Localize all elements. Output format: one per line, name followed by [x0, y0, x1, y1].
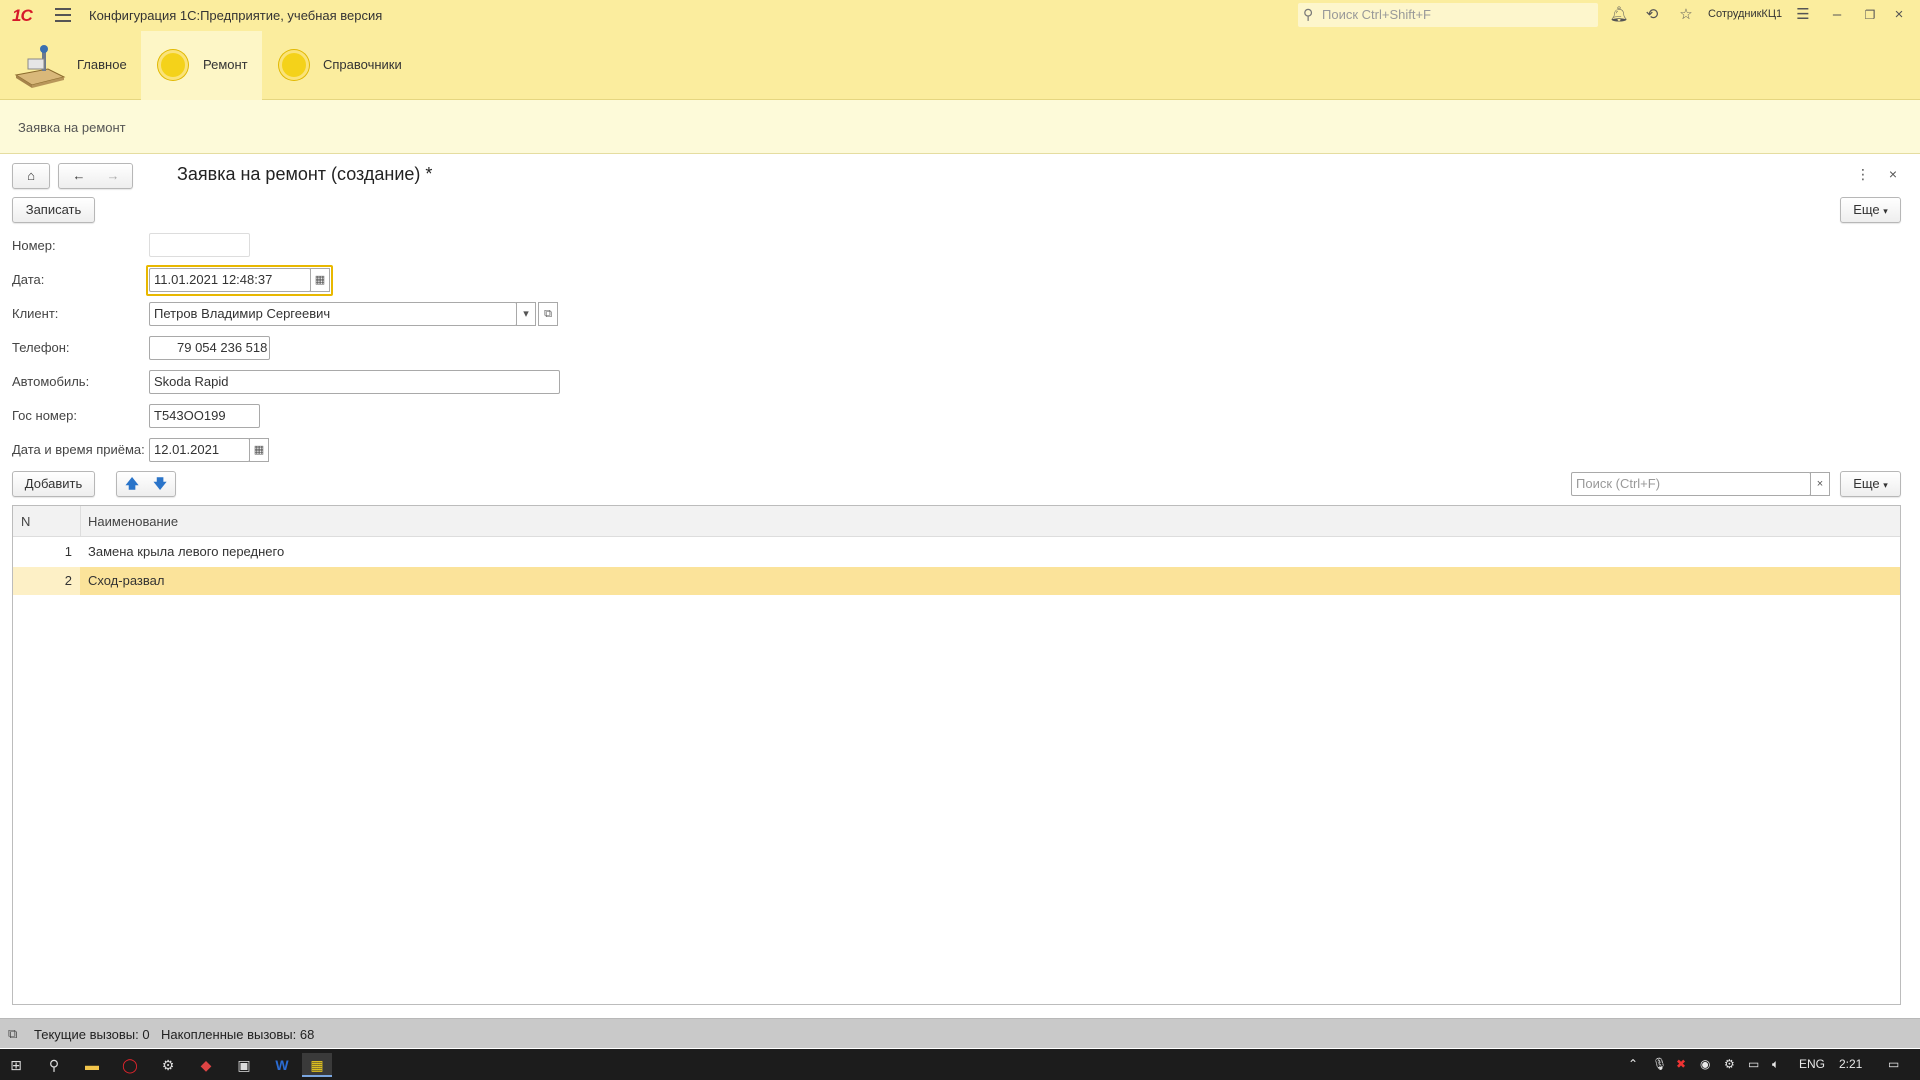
start-windows-icon[interactable]: ⊞ [4, 1053, 28, 1077]
restore-icon[interactable]: ❐ [1860, 5, 1880, 25]
onec-app-icon[interactable]: ▦ [302, 1053, 332, 1077]
close-form-icon[interactable]: × [1885, 166, 1901, 182]
section-repair[interactable]: Ремонт [141, 31, 262, 100]
notifications-center-icon[interactable]: ▭ [1888, 1057, 1899, 1071]
discord-icon[interactable]: ◉ [1700, 1057, 1710, 1071]
open-link-icon[interactable]: ⧉ [538, 302, 558, 326]
number-label: Номер: [12, 238, 56, 253]
app-icon[interactable]: ▣ [232, 1053, 256, 1077]
table-header: N Наименование [13, 506, 1900, 537]
user-name[interactable]: СотрудникКЦ1 [1708, 8, 1782, 20]
volume-icon[interactable]: 🔈︎ [1772, 1057, 1779, 1072]
close-window-icon[interactable]: × [1889, 5, 1909, 25]
favorites-star-icon[interactable]: ☆ [1676, 5, 1696, 25]
add-button[interactable]: Добавить [12, 471, 95, 497]
tray-app-icon[interactable]: ✖ [1676, 1057, 1686, 1071]
number-field[interactable] [149, 233, 250, 257]
table-row[interactable]: 2 Сход-развал [13, 567, 1900, 595]
back-arrow-icon[interactable]: ← [69, 164, 89, 188]
dropdown-arrow-icon: ▾ [1883, 206, 1888, 216]
history-nav-group: ← → [58, 163, 133, 189]
table-search-input[interactable]: Поиск (Ctrl+F) [1571, 472, 1811, 496]
table-row[interactable]: 1 Замена крыла левого переднего [13, 538, 1900, 566]
forward-arrow-icon[interactable]: → [103, 164, 123, 188]
language-indicator[interactable]: ENG [1799, 1057, 1825, 1071]
save-button[interactable]: Записать [12, 197, 95, 223]
search-icon[interactable]: ⚲ [42, 1053, 66, 1077]
sections-panel: Главное Ремонт Справочники [0, 31, 1920, 100]
app-logo: 1С [12, 6, 33, 25]
accumulated-calls: Накопленные вызовы: 68 [161, 1027, 315, 1042]
settings-menu-icon[interactable]: ☰ [1793, 5, 1813, 25]
home-icon: ⌂ [27, 168, 35, 183]
phone-field[interactable]: 79 054 236 518 [149, 336, 270, 360]
clock[interactable]: 2:21 [1839, 1057, 1862, 1071]
notifications-bell-icon[interactable]: 🔔︎ [1609, 5, 1629, 25]
coin-icon [158, 50, 188, 80]
main-menu-icon[interactable] [55, 8, 71, 22]
steam-tray-icon[interactable]: ⚙ [1724, 1057, 1735, 1071]
show-hidden-icons-icon[interactable]: ⌃ [1628, 1057, 1638, 1071]
reception-date-field[interactable]: 12.01.2021 [149, 438, 250, 462]
car-field[interactable]: Skoda Rapid [149, 370, 560, 394]
navigation-panel: Заявка на ремонт [0, 100, 1920, 154]
app-title: Конфигурация 1С:Предприятие, учебная вер… [89, 8, 383, 23]
windows-icon[interactable]: ⧉ [8, 1026, 26, 1042]
microphone-icon[interactable]: 🎙︎ [1652, 1057, 1667, 1071]
more-actions-icon[interactable]: ⋮ [1855, 166, 1871, 183]
app-icon[interactable]: ◆ [194, 1053, 218, 1077]
section-catalogs[interactable]: Справочники [262, 31, 412, 100]
move-down-arrow-icon[interactable]: 🡇 [151, 472, 169, 496]
car-label: Автомобиль: [12, 374, 90, 389]
calendar-icon[interactable]: ▦ [249, 438, 269, 462]
more-button[interactable]: Еще ▾ [1840, 197, 1901, 223]
column-header-name[interactable]: Наименование [88, 514, 178, 529]
minimize-icon[interactable]: – [1827, 5, 1847, 25]
current-calls: Текущие вызовы: 0 [34, 1027, 150, 1042]
word-icon[interactable]: W [270, 1053, 294, 1077]
global-search-input[interactable]: ⚲ Поиск Ctrl+Shift+F [1298, 3, 1598, 27]
history-icon[interactable]: ⟲ [1642, 5, 1662, 25]
plate-field[interactable]: Т543ОО199 [149, 404, 260, 428]
nav-link-repair-request[interactable]: Заявка на ремонт [18, 120, 126, 135]
column-header-n[interactable]: N [21, 514, 30, 529]
section-main[interactable]: Главное [0, 31, 138, 100]
dropdown-arrow-icon: ▾ [1883, 480, 1888, 490]
date-label: Дата: [12, 272, 45, 287]
home-desk-icon [14, 45, 66, 88]
form-title: Заявка на ремонт (создание) * [177, 164, 433, 184]
table-more-button[interactable]: Еще ▾ [1840, 471, 1901, 497]
move-up-arrow-icon[interactable]: 🡅 [123, 472, 141, 496]
client-label: Клиент: [12, 306, 59, 321]
services-table: N Наименование 1 Замена крыла левого пер… [12, 505, 1901, 1005]
taskbar: ⊞ ⚲ ▬ ◯ ⚙ ◆ ▣ W ▦ ⌃ 🎙︎ ✖ ◉ ⚙ ▭ 🔈︎ ENG 2:… [0, 1049, 1920, 1080]
client-field[interactable]: Петров Владимир Сергеевич [149, 302, 517, 326]
search-icon: ⚲ [1303, 6, 1314, 22]
steam-icon[interactable]: ⚙ [156, 1053, 180, 1077]
status-bar: ⧉ Текущие вызовы: 0 Накопленные вызовы: … [0, 1018, 1920, 1048]
reception-label: Дата и время приёма: [12, 442, 145, 457]
file-explorer-icon[interactable]: ▬ [80, 1053, 104, 1077]
move-buttons-group: 🡅 🡇 [116, 471, 176, 497]
title-bar: 1С Конфигурация 1С:Предприятие, учебная … [0, 0, 1920, 31]
home-button[interactable]: ⌂ [12, 163, 50, 189]
calendar-icon[interactable]: ▦ [310, 268, 330, 292]
opera-icon[interactable]: ◯ [118, 1053, 142, 1077]
clear-search-icon[interactable]: × [1810, 472, 1830, 496]
phone-label: Телефон: [12, 340, 70, 355]
chevron-down-icon[interactable]: ▾ [516, 302, 536, 326]
network-icon[interactable]: ▭ [1748, 1057, 1759, 1071]
coin-icon [279, 50, 309, 80]
plate-label: Гос номер: [12, 408, 77, 423]
date-field[interactable]: 11.01.2021 12:48:37 [149, 268, 311, 292]
